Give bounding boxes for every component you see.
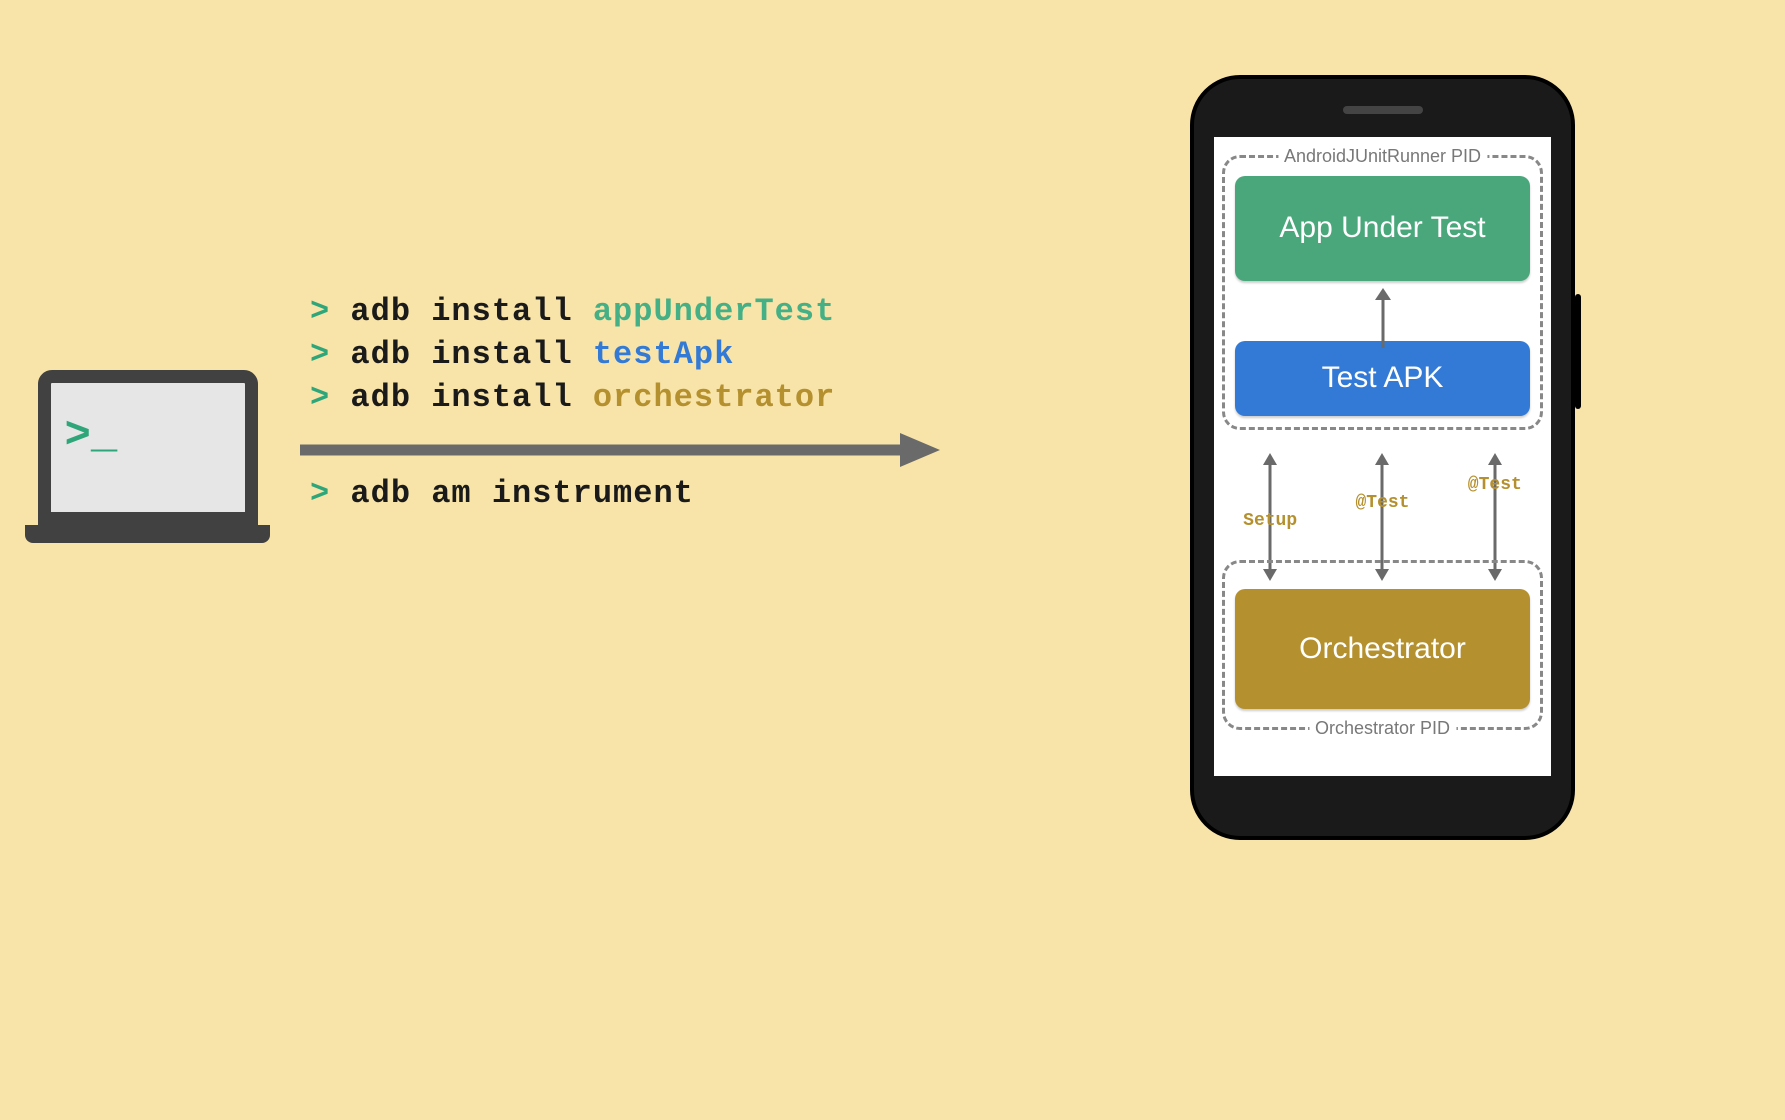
cmd-arg: appUnderTest: [593, 293, 835, 330]
prompt-symbol: >: [310, 336, 330, 373]
phone-screen: AndroidJUnitRunner PID App Under Test Te…: [1214, 137, 1551, 776]
laptop-screen: >_: [38, 370, 258, 525]
cmd-text: adb install: [350, 336, 572, 373]
orchestrator-pid-box: Orchestrator Orchestrator PID: [1222, 560, 1543, 730]
pid-box-label: Orchestrator PID: [1309, 718, 1456, 739]
diagram-canvas: >_ > adb install appUnderTest > adb inst…: [0, 0, 1785, 1120]
laptop-base: [25, 525, 270, 543]
cmd-arg: orchestrator: [593, 379, 835, 416]
cmd-text: adb install: [350, 293, 572, 330]
connector-label: @Test: [1355, 493, 1409, 513]
androidjunitrunner-pid-box: AndroidJUnitRunner PID App Under Test Te…: [1222, 155, 1543, 430]
cmd-line-2: > adb install testApk: [310, 333, 835, 376]
cmd-line-3: > adb install orchestrator: [310, 376, 835, 419]
cmd-text: adb am instrument: [350, 475, 693, 512]
arrow-up-icon: [1368, 288, 1398, 348]
pid-box-label: AndroidJUnitRunner PID: [1278, 146, 1487, 167]
cmd-line-4: > adb am instrument: [310, 475, 694, 512]
prompt-symbol: >: [310, 379, 330, 416]
terminal-commands-upper: > adb install appUnderTest > adb install…: [310, 290, 835, 420]
cmd-arg: testApk: [593, 336, 734, 373]
terminal-commands-lower: > adb am instrument: [310, 475, 694, 512]
flow-arrow-icon: [300, 430, 940, 470]
prompt-symbol: >: [310, 293, 330, 330]
app-under-test-block: App Under Test: [1235, 176, 1530, 281]
prompt-symbol: >: [310, 475, 330, 512]
laptop-icon: >_: [25, 370, 270, 560]
cmd-line-1: > adb install appUnderTest: [310, 290, 835, 333]
connector-label: @Test: [1468, 475, 1522, 495]
phone-side-button: [1575, 294, 1581, 409]
terminal-prompt: >_: [65, 411, 118, 461]
phone-device: AndroidJUnitRunner PID App Under Test Te…: [1190, 75, 1575, 840]
cmd-text: adb install: [350, 379, 572, 416]
orchestrator-block: Orchestrator: [1235, 589, 1530, 709]
phone-speaker: [1343, 106, 1423, 114]
test-apk-block: Test APK: [1235, 341, 1530, 416]
connector-label: Setup: [1243, 511, 1297, 531]
